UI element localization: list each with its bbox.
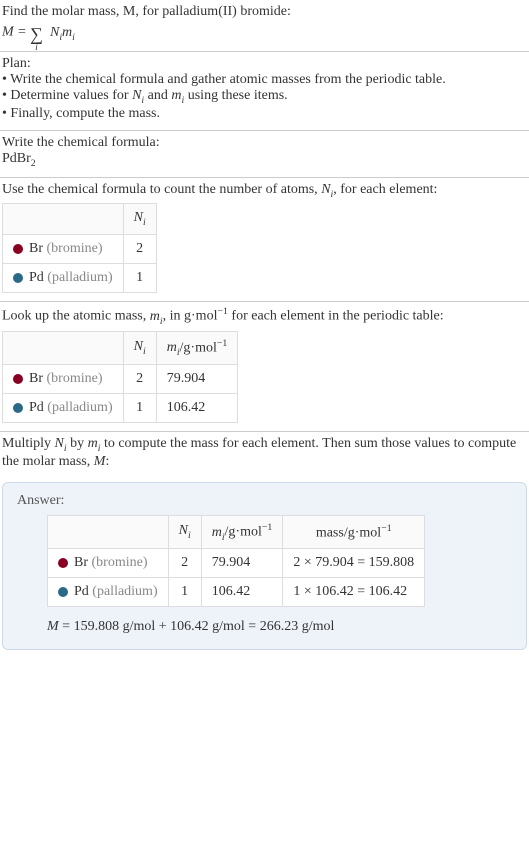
mass-cell: 2 × 79.904 = 159.808 [283,549,425,578]
answer-label: Answer: [17,493,512,509]
count-section: Use the chemical formula to count the nu… [0,178,529,302]
element-cell: Pd (palladium) [3,394,124,423]
table-row: Br (bromine) 2 79.904 [3,365,238,394]
mi-header: mi/g·mol−1 [156,331,238,364]
table-row: Pd (palladium) 1 106.42 1 × 106.42 = 106… [48,578,425,607]
ni-cell: 2 [168,549,201,578]
element-dot-icon [13,273,23,283]
element-dot-icon [13,403,23,413]
empty-header [48,515,169,548]
final-table: Ni mi/g·mol−1 mass/g·mol−1 Br (bromine) … [47,515,425,607]
mi-cell: 106.42 [201,578,283,607]
formula-mi: mi [62,25,75,40]
element-dot-icon [13,244,23,254]
table-row: Br (bromine) 2 [3,235,157,264]
element-cell: Br (bromine) [48,549,169,578]
mi-cell: 106.42 [156,394,238,423]
count-table: Ni Br (bromine) 2 Pd (palladium) 1 [2,203,157,293]
mass-cell: 1 × 106.42 = 106.42 [283,578,425,607]
element-cell: Pd (palladium) [3,264,124,293]
element-dot-icon [58,587,68,597]
ni-cell: 1 [123,394,156,423]
element-cell: Br (bromine) [3,365,124,394]
plan-section: Plan: • Write the chemical formula and g… [0,52,529,130]
mi-cell: 79.904 [156,365,238,394]
final-section: Multiply Ni by mi to compute the mass fo… [0,432,529,478]
ni-cell: 2 [123,365,156,394]
ni-cell: 1 [168,578,201,607]
table-row: Pd (palladium) 1 [3,264,157,293]
sigma-icon: ∑ i [30,22,43,43]
count-heading: Use the chemical formula to count the nu… [2,182,527,200]
ni-header: Ni [168,515,201,548]
chemical-formula-value: PdBr2 [2,151,527,169]
table-header-row: Ni mi/g·mol−1 mass/g·mol−1 [48,515,425,548]
element-dot-icon [58,558,68,568]
ni-header: Ni [123,204,156,235]
ni-header: Ni [123,331,156,364]
table-row: Br (bromine) 2 79.904 2 × 79.904 = 159.8… [48,549,425,578]
formula-ni: Ni [50,25,62,40]
chemical-formula-heading: Write the chemical formula: [2,135,527,151]
empty-header [3,204,124,235]
final-heading: Multiply Ni by mi to compute the mass fo… [2,436,527,470]
answer-box: Answer: Ni mi/g·mol−1 mass/g·mol−1 Br (b… [2,482,527,650]
problem-formula: M = ∑ i Nimi [2,22,527,43]
plan-bullet-3: • Finally, compute the mass. [2,106,527,122]
empty-header [3,331,124,364]
element-cell: Br (bromine) [3,235,124,264]
masses-table: Ni mi/g·mol−1 Br (bromine) 2 79.904 Pd (… [2,331,238,423]
final-result: M = 159.808 g/mol + 106.42 g/mol = 266.2… [47,619,512,635]
table-row: Pd (palladium) 1 106.42 [3,394,238,423]
ni-cell: 1 [123,264,156,293]
plan-bullet-2: • Determine values for Ni and mi using t… [2,88,527,106]
mi-cell: 79.904 [201,549,283,578]
table-header-row: Ni [3,204,157,235]
plan-bullet-1: • Write the chemical formula and gather … [2,72,527,88]
table-header-row: Ni mi/g·mol−1 [3,331,238,364]
mi-header: mi/g·mol−1 [201,515,283,548]
ni-cell: 2 [123,235,156,264]
problem-statement: Find the molar mass, M, for palladium(II… [0,0,529,51]
chemical-formula-section: Write the chemical formula: PdBr2 [0,131,529,177]
element-cell: Pd (palladium) [48,578,169,607]
plan-heading: Plan: [2,56,527,72]
mass-header: mass/g·mol−1 [283,515,425,548]
element-dot-icon [13,374,23,384]
formula-lhs: M [2,25,14,40]
masses-heading: Look up the atomic mass, mi, in g·mol−1 … [2,306,527,326]
masses-section: Look up the atomic mass, mi, in g·mol−1 … [0,302,529,431]
problem-line: Find the molar mass, M, for palladium(II… [2,4,527,20]
